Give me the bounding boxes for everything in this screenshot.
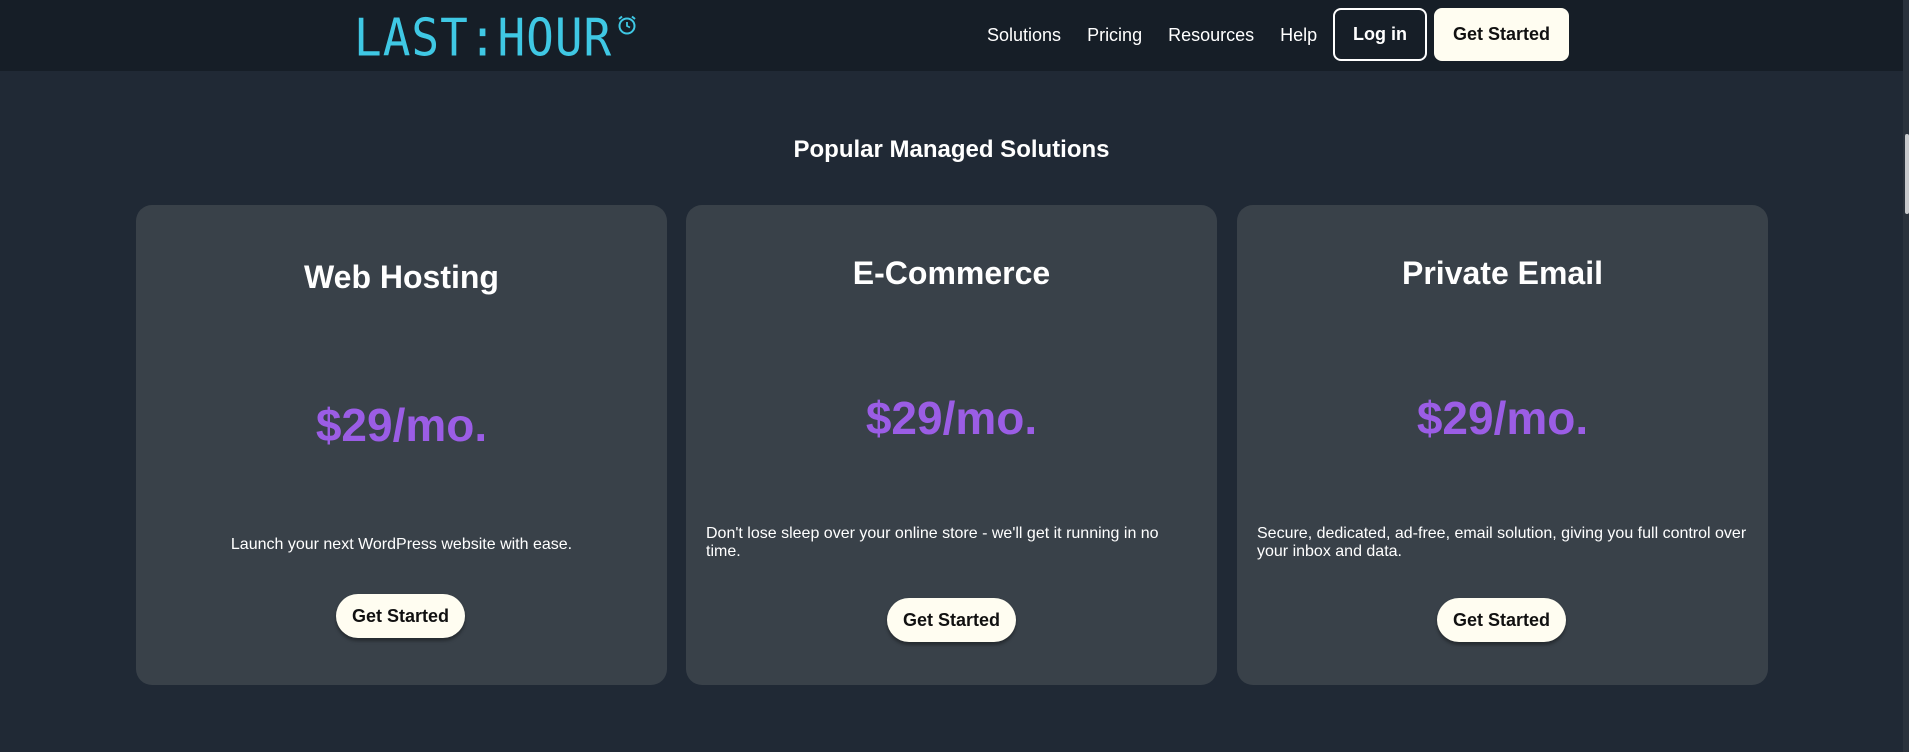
card-description: Secure, dedicated, ad-free, email soluti… [1257,525,1747,560]
section-title: Popular Managed Solutions [793,136,1110,163]
brand-logo[interactable]: LAST:HOUR [354,12,638,64]
card-title: Private Email [1402,255,1603,291]
pricing-card-web-hosting: Web Hosting $29/mo. Launch your next Wor… [136,205,667,685]
login-button[interactable]: Log in [1333,8,1427,61]
nav-get-started-button[interactable]: Get Started [1434,8,1569,61]
card-description: Don't lose sleep over your online store … [706,525,1159,560]
scrollbar-thumb[interactable] [1905,134,1909,214]
card-price: $29/mo. [315,399,488,451]
get-started-button[interactable]: Get Started [1437,598,1566,642]
navbar: LAST:HOUR Solutions Pricing Resources He… [0,0,1909,71]
card-price: $29/mo. [1416,392,1589,444]
nav-link-resources[interactable]: Resources [1168,25,1254,46]
card-description: Launch your next WordPress website with … [230,536,573,553]
get-started-button[interactable]: Get Started [887,598,1016,642]
alarm-clock-icon [616,14,638,41]
pricing-card-e-commerce: E-Commerce $29/mo. Don't lose sleep over… [686,205,1217,685]
nav-links: Solutions Pricing Resources Help [987,0,1337,71]
get-started-button[interactable]: Get Started [336,594,465,638]
nav-link-solutions[interactable]: Solutions [987,25,1061,46]
pricing-card-private-email: Private Email $29/mo. Secure, dedicated,… [1237,205,1768,685]
card-price: $29/mo. [865,392,1038,444]
card-title: E-Commerce [852,255,1051,291]
nav-link-pricing[interactable]: Pricing [1087,25,1142,46]
nav-link-help[interactable]: Help [1280,25,1317,46]
logo-text: LAST:HOUR [354,7,613,68]
page-scrollbar[interactable] [1903,0,1909,752]
card-title: Web Hosting [304,259,499,295]
